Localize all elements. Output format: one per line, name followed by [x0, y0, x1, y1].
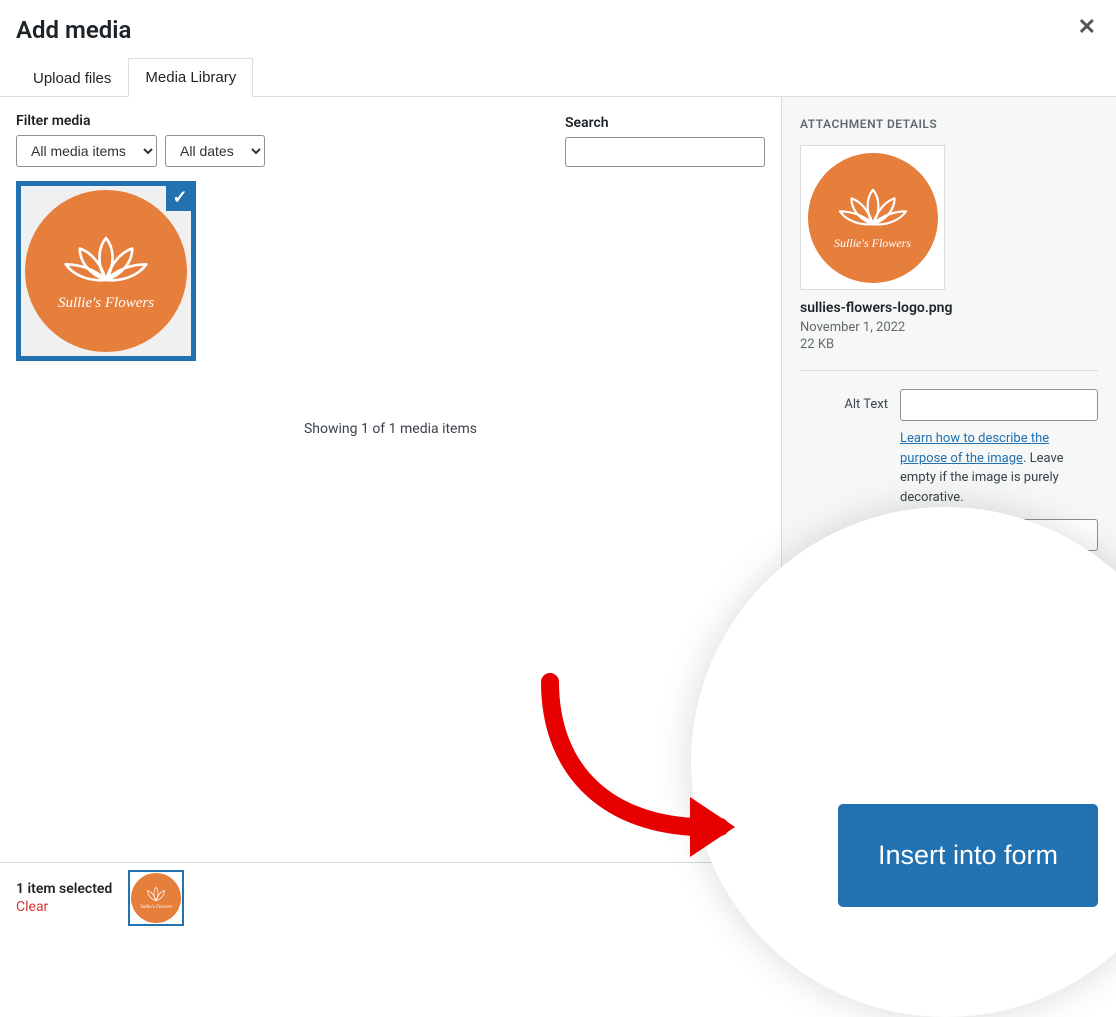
modal-title: Add media: [16, 16, 1100, 44]
search-label: Search: [565, 115, 765, 131]
logo-text: Sullie's Flowers: [58, 295, 154, 312]
filter-date-select[interactable]: All dates: [165, 135, 265, 167]
search-input[interactable]: [565, 137, 765, 167]
tabs: Upload files Media Library: [0, 58, 1116, 97]
filter-media-label: Filter media: [16, 113, 265, 129]
clear-selection-link[interactable]: Clear: [16, 899, 112, 915]
media-thumbnail: Sullie's Flowers: [25, 190, 187, 352]
alt-text-help: Learn how to describe the purpose of the…: [900, 429, 1098, 507]
alt-text-label: Alt Text: [800, 389, 888, 412]
filter-media-type-select[interactable]: All media items: [16, 135, 157, 167]
lotus-icon: [837, 184, 909, 230]
close-icon: ✕: [1078, 14, 1096, 39]
check-icon: ✓: [166, 183, 194, 211]
tab-upload-files[interactable]: Upload files: [16, 58, 128, 97]
selection-count: 1 item selected: [16, 881, 112, 897]
showing-count: Showing 1 of 1 media items: [16, 421, 765, 437]
divider: [800, 370, 1098, 371]
logo-text: Sullie's Flowers: [834, 236, 911, 251]
media-item[interactable]: ✓ Sullie's Flowers: [16, 181, 196, 361]
alt-text-input[interactable]: [900, 389, 1098, 421]
close-button[interactable]: ✕: [1078, 16, 1096, 38]
attachment-details-heading: ATTACHMENT DETAILS: [800, 117, 1098, 131]
main-panel: Filter media All media items All dates S…: [0, 97, 781, 871]
lotus-icon: [142, 885, 170, 903]
attachment-filename: sullies-flowers-logo.png: [800, 300, 1098, 316]
attachment-date: November 1, 2022: [800, 320, 1098, 335]
lotus-icon: [62, 231, 150, 287]
attachment-preview: Sullie's Flowers: [800, 145, 945, 290]
attachment-size: 22 KB: [800, 337, 1098, 352]
selection-thumbnail[interactable]: Sullie's Flowers: [128, 870, 184, 926]
insert-into-form-button[interactable]: Insert into form: [838, 804, 1098, 907]
tab-media-library[interactable]: Media Library: [128, 58, 253, 97]
